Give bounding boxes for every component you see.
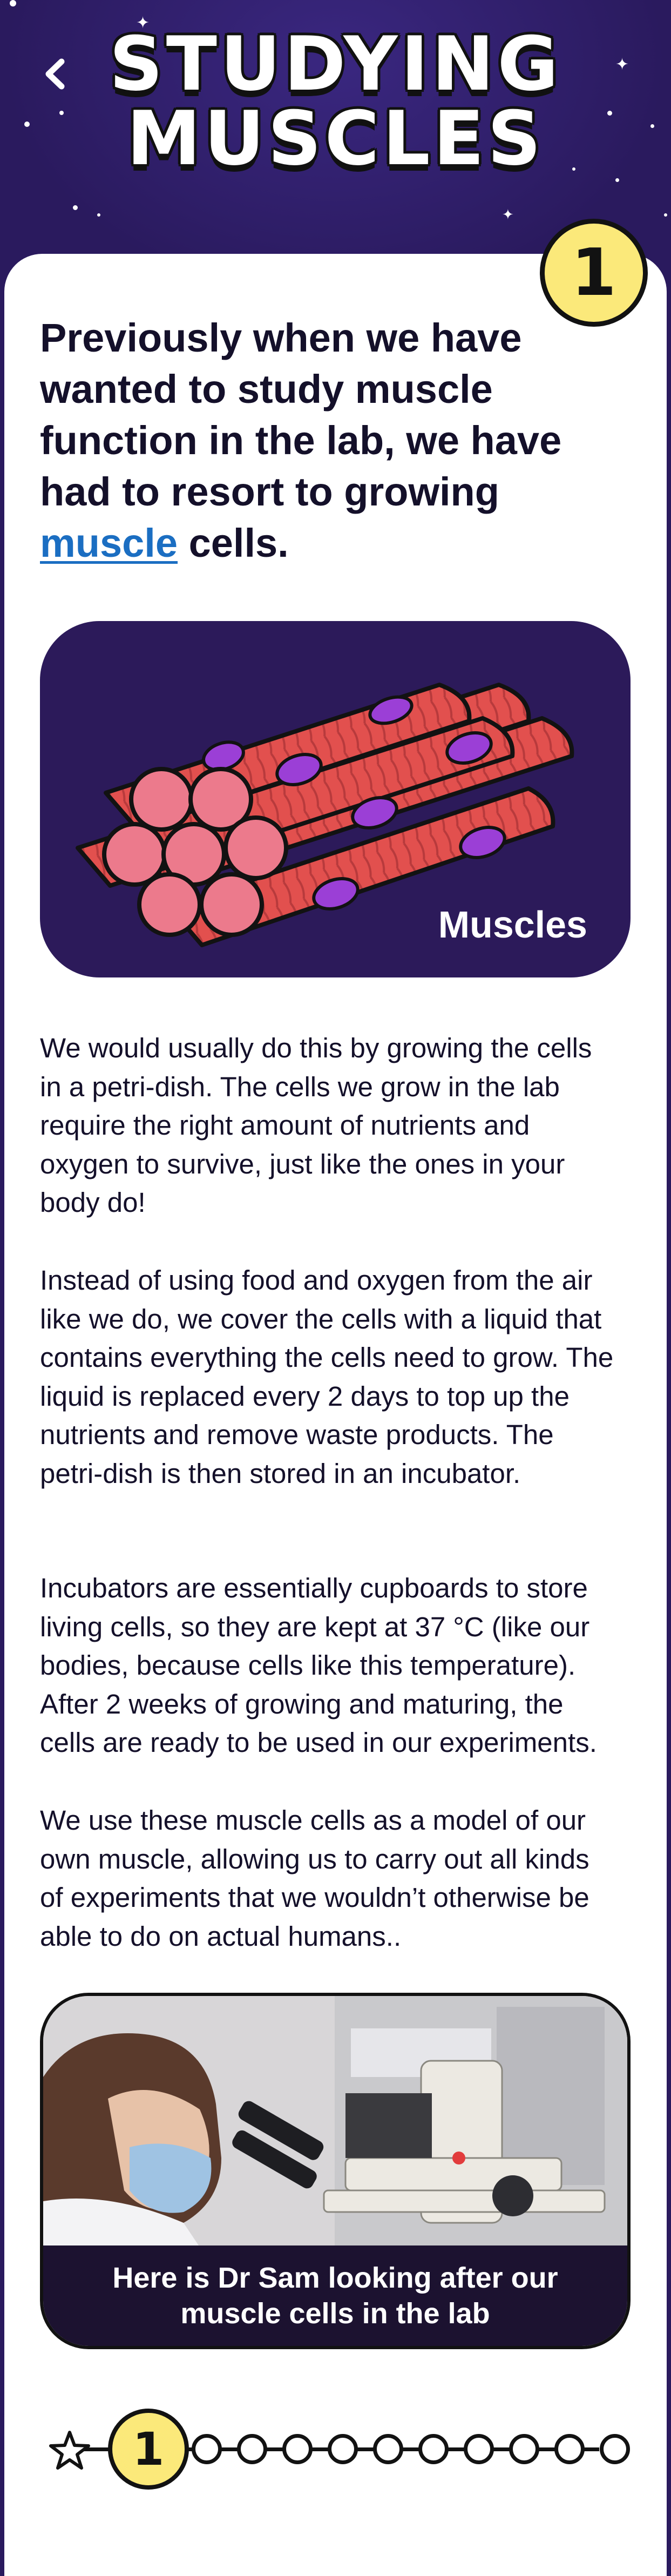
lab-photo <box>43 1996 627 2255</box>
lab-photo-card: Here is Dr Sam looking after our muscle … <box>40 1993 631 2349</box>
favorite-button[interactable] <box>49 2429 91 2471</box>
body-paragraph: We use these muscle cells as a model of … <box>40 1801 618 1955</box>
page-title: STUDYING MUSCLES <box>0 27 671 176</box>
lead-text: Previously when we have wanted to study … <box>40 315 562 514</box>
muscle-illustration-card: Muscles <box>40 621 631 977</box>
photo-caption: Here is Dr Sam looking after our muscle … <box>43 2245 627 2346</box>
pager-dot[interactable] <box>554 2434 585 2464</box>
lead-text-end: cells. <box>178 521 289 565</box>
pager-dot[interactable] <box>509 2434 539 2464</box>
paragraph-text: Incubators are essentially cupboards to … <box>40 1573 597 1758</box>
star-decoration <box>10 0 16 6</box>
pager-dot[interactable] <box>328 2434 358 2464</box>
body-paragraph: Instead of using food and oxygen from th… <box>40 1261 618 1493</box>
pager-current-page[interactable]: 1 <box>108 2409 189 2490</box>
star-decoration <box>615 178 619 182</box>
paragraph-text: We would usually do this by growing the … <box>40 1033 592 1218</box>
sparkle-icon: ✦ <box>502 207 514 223</box>
lead-paragraph: Previously when we have wanted to study … <box>40 312 607 569</box>
body-paragraph: We would usually do this by growing the … <box>40 1029 618 1222</box>
pager-dot[interactable] <box>418 2434 449 2464</box>
body-paragraph: Incubators are essentially cupboards to … <box>40 1569 618 1762</box>
paragraph-text: We use these muscle cells as a model of … <box>40 1805 589 1952</box>
star-icon <box>49 2431 90 2470</box>
title-line-1: STUDYING <box>109 21 562 107</box>
muscle-link[interactable]: muscle <box>40 521 178 565</box>
star-decoration <box>73 205 78 210</box>
pager-dot[interactable] <box>192 2434 222 2464</box>
page-navigator: 1 <box>49 2403 630 2495</box>
star-decoration <box>664 213 667 217</box>
page-number-badge: 1 <box>540 219 648 327</box>
pager-dot[interactable] <box>464 2434 494 2464</box>
pager-dot[interactable] <box>282 2434 313 2464</box>
illustration-label: Muscles <box>438 903 587 946</box>
paragraph-text: Instead of using food and oxygen from th… <box>40 1265 614 1489</box>
pager-dot[interactable] <box>373 2434 403 2464</box>
star-decoration <box>97 213 100 217</box>
pager-dot[interactable] <box>600 2434 630 2464</box>
title-line-2: MUSCLES <box>126 95 545 182</box>
pager-dot[interactable] <box>237 2434 267 2464</box>
